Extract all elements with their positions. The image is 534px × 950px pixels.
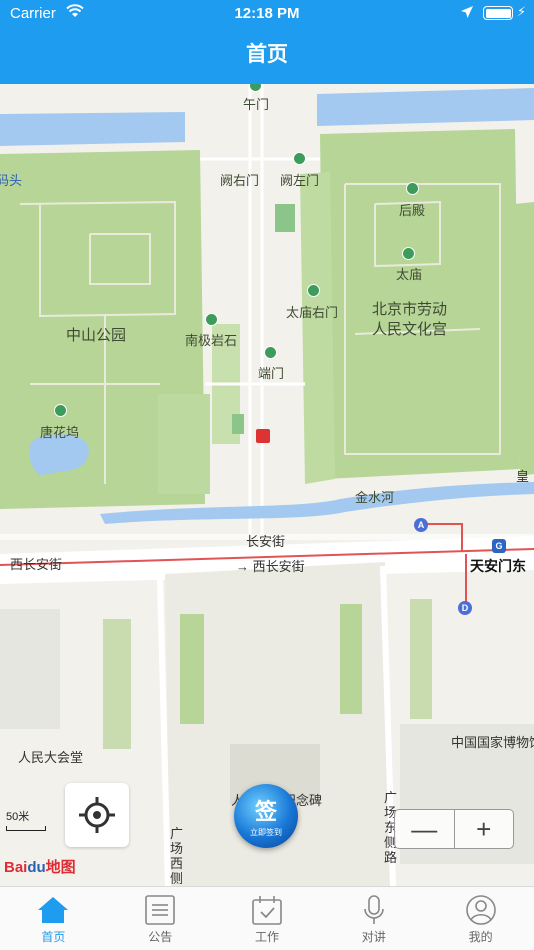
label-xichangan-road: 西长安街 <box>10 557 63 572</box>
label-boat-dock: 游船码头 <box>0 173 23 188</box>
label-duanmen: 端门 <box>258 366 285 381</box>
tab-work[interactable]: 工作 <box>214 887 321 950</box>
clock: 12:18 PM <box>234 5 300 22</box>
app-screen: Carrier 12:18 PM ⚡ 首页 A G D 午门 阙右门 阙左门 后… <box>0 0 534 950</box>
zoom-out-button[interactable]: — <box>395 810 454 848</box>
label-tanghuawu: 唐花坞 <box>40 425 80 440</box>
poi-marker-nanjiyanshi[interactable] <box>205 313 218 326</box>
sign-in-main-label: 签 <box>254 799 277 824</box>
tab-home[interactable]: 首页 <box>0 887 107 950</box>
zoom-in-button[interactable]: + <box>453 810 514 848</box>
poi-marker-taimiao[interactable] <box>402 247 415 260</box>
tab-home-label: 首页 <box>41 930 66 944</box>
microphone-icon <box>363 895 384 924</box>
label-xichangan-dir: → 西长安街 <box>236 559 305 574</box>
map-view[interactable]: A G D 午门 阙右门 阙左门 后殿 太庙 太庙右门 北京市劳动 人民文化宫 … <box>0 84 534 886</box>
tab-work-label: 工作 <box>254 930 279 944</box>
calendar-icon <box>252 896 282 925</box>
label-taimiao-youmen: 太庙右门 <box>286 305 339 320</box>
label-guangchang-xi: 广场西侧路 <box>170 826 184 886</box>
home-icon <box>38 897 69 923</box>
label-taimiao: 太庙 <box>396 267 423 282</box>
tab-notice[interactable]: 公告 <box>107 887 214 950</box>
tab-intercom-label: 对讲 <box>361 930 386 944</box>
logo-du: du <box>27 859 46 876</box>
top-bar: Carrier 12:18 PM ⚡ 首页 <box>0 0 534 84</box>
tab-mine[interactable]: 我的 <box>427 887 534 950</box>
battery-icon <box>483 6 513 20</box>
map-scale: 50米 <box>6 808 46 831</box>
label-nanjiyanshi: 南极岩石 <box>185 333 238 348</box>
metro-exit-d[interactable]: D <box>458 601 472 615</box>
metro-station-icon[interactable]: G <box>492 539 506 553</box>
tab-intercom[interactable]: 对讲 <box>320 887 427 950</box>
label-quezuomen: 阙左门 <box>280 173 320 188</box>
scale-bar <box>6 826 46 831</box>
label-jinshuihe: 金水河 <box>355 490 395 505</box>
baidu-map-logo: Baidu地图 <box>4 856 76 877</box>
logo-bai: Bai <box>4 859 28 876</box>
label-laodong-1: 北京市劳动 <box>372 301 448 318</box>
poi-marker-quezuomen[interactable] <box>293 152 306 165</box>
poi-marker-duanmen[interactable] <box>264 346 277 359</box>
label-tiananmen-dong: 天安门东 <box>470 558 526 574</box>
tab-bar: 首页 公告 工作 对讲 我的 <box>0 886 534 950</box>
notice-icon <box>145 895 175 925</box>
tiananmen-marker[interactable] <box>256 429 270 443</box>
label-national-museum: 中国国家博物馆 <box>451 735 534 750</box>
label-renmin-dahuitang: 人民大会堂 <box>18 750 84 765</box>
charging-bolt-icon: ⚡ <box>517 4 527 19</box>
tab-mine-label: 我的 <box>468 930 493 944</box>
label-houdian: 后殿 <box>399 203 426 218</box>
sign-in-button[interactable]: 签 立即签到 <box>234 784 298 848</box>
scale-label: 50米 <box>6 811 30 823</box>
label-huang: 皇 <box>516 469 530 484</box>
tab-notice-label: 公告 <box>148 930 173 944</box>
crosshair-icon <box>79 797 115 833</box>
label-zhongshan: 中山公园 <box>66 327 127 344</box>
poi-marker-houdian[interactable] <box>406 182 419 195</box>
label-laodong-2: 人民文化宫 <box>372 321 448 338</box>
label-wumen: 午门 <box>243 97 270 112</box>
page-title: 首页 <box>246 43 288 66</box>
logo-map: 地图 <box>45 859 76 876</box>
label-queyoumen: 阙右门 <box>220 173 260 188</box>
poi-marker-tanghuawu[interactable] <box>54 404 67 417</box>
metro-exit-a[interactable]: A <box>414 518 428 532</box>
locate-me-button[interactable] <box>65 783 129 847</box>
zoom-control: — + <box>394 809 514 849</box>
user-icon <box>465 895 496 925</box>
poi-marker-taimiao-youmen[interactable] <box>307 284 320 297</box>
location-arrow-icon <box>461 6 473 18</box>
label-changanjie: 长安街 <box>246 534 286 549</box>
sign-in-sub-label: 立即签到 <box>250 828 282 837</box>
status-bar: Carrier 12:18 PM ⚡ <box>0 0 534 28</box>
